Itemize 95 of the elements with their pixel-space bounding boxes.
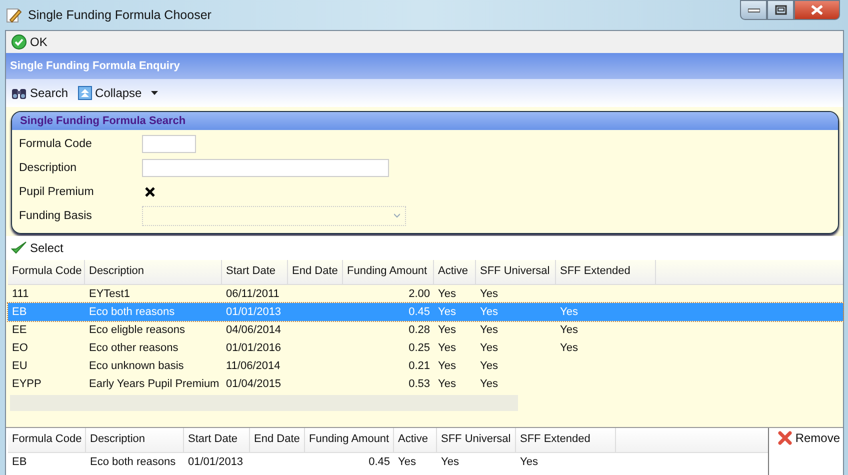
text-field[interactable] [142, 135, 196, 153]
table-cell-text: Eco eligble reasons [88, 324, 186, 336]
column-header[interactable]: Start Date [222, 260, 288, 284]
table-cell-text: Yes [437, 306, 457, 318]
table-row[interactable]: 111 EYTest1 06/11/2011 2.00 Yes Yes [8, 285, 843, 303]
column-header[interactable]: Description [85, 260, 222, 284]
table-row[interactable]: EU Eco unknown basis 11/06/2014 0.21 Yes Yes [8, 357, 843, 375]
table-cell-text: Early Years Pupil Premium [88, 378, 220, 390]
collapse-icon [78, 86, 92, 100]
cross-icon [778, 431, 792, 445]
table-cell-text: 01/01/2016 [225, 342, 282, 354]
table-cell-text: Eco both reasons [88, 306, 176, 318]
table-cell-text: Yes [519, 456, 539, 468]
field-label: Pupil Premium [19, 186, 95, 198]
table-cell-text: 01/01/2013 [187, 456, 244, 468]
section-title: Single Funding Formula Enquiry [10, 60, 180, 72]
column-header[interactable]: Funding Amount [305, 428, 394, 452]
table-row[interactable]: EYPP Early Years Pupil Premium 01/04/2015 0.53 Yes Yes [8, 375, 843, 393]
table-cell-text: Yes [479, 324, 499, 336]
caret-icon[interactable] [150, 91, 158, 95]
table-cell-text: EU [11, 360, 28, 372]
table-row[interactable]: EO Eco other reasons 01/01/2016 0.25 Yes Yes Yes [8, 339, 843, 357]
window-title: Single Funding Formula Chooser [28, 8, 212, 22]
table-cell-text: Yes [479, 378, 499, 390]
minimize-icon [748, 7, 760, 13]
column-header[interactable]: SFF Universal [437, 428, 516, 452]
table-cell-text: EYTest1 [88, 288, 131, 300]
close-icon [810, 5, 824, 15]
table-cell-text: 01/04/2015 [225, 378, 282, 390]
table-cell-text: 0.21 [408, 360, 431, 372]
table-cell-text: 0.45 [368, 456, 391, 468]
column-header[interactable]: SFF Universal [476, 260, 556, 284]
column-header[interactable]: SFF Extended [556, 260, 656, 284]
ok-button[interactable]: OK [8, 34, 50, 50]
search-button[interactable]: Search [8, 86, 72, 100]
column-header[interactable]: End Date [288, 260, 343, 284]
table-cell-text: 0.25 [408, 342, 431, 354]
collapse-button[interactable]: Collapse [75, 86, 145, 100]
table-cell-text: Eco other reasons [88, 342, 180, 354]
table-cell-text: Yes [479, 306, 499, 318]
field-label: Formula Code [19, 138, 93, 150]
table-cell-text: EE [11, 324, 28, 336]
table-cell-text: Yes [559, 306, 579, 318]
table-cell-text: 04/06/2014 [225, 324, 282, 336]
table-cell-text: Eco unknown basis [88, 360, 185, 372]
table-cell-text: 2.00 [408, 288, 431, 300]
minimize-button[interactable] [740, 0, 767, 20]
chevron-down-icon [394, 213, 400, 219]
text-field[interactable] [142, 159, 389, 177]
table-cell-text: Eco both reasons [89, 456, 177, 468]
table-cell-text: 111 [11, 288, 30, 300]
table-cell-text: EYPP [11, 378, 42, 390]
column-header[interactable]: Formula Code [8, 428, 86, 452]
table-cell-text: Yes [559, 324, 579, 336]
table-cell-text: 06/11/2011 [225, 288, 280, 300]
table-cell-text: 0.28 [408, 324, 431, 336]
table-cell-text: 11/06/2014 [225, 360, 282, 372]
column-header[interactable]: SFF Extended [516, 428, 616, 452]
table-cell-text: Yes [437, 342, 457, 354]
table-cell-text: Yes [479, 342, 499, 354]
table-cell-text: EO [11, 342, 29, 354]
pencil-icon [6, 7, 22, 23]
table-cell-text: EB [11, 306, 28, 318]
table-cell-text: Yes [437, 288, 457, 300]
table-cell-text: Yes [479, 288, 499, 300]
column-header[interactable]: End Date [250, 428, 305, 452]
table-cell-text: Yes [437, 360, 457, 372]
maximize-icon [774, 5, 786, 15]
column-header[interactable]: Start Date [184, 428, 250, 452]
maximize-button[interactable] [767, 0, 794, 20]
column-header[interactable]: Funding Amount [343, 260, 434, 284]
column-header[interactable]: Active [434, 260, 476, 284]
remove-button[interactable]: Remove [775, 431, 843, 445]
table-cell-text: Yes [559, 342, 579, 354]
table-cell-text: Yes [437, 378, 457, 390]
panel-title: Single Funding Formula Search [20, 115, 186, 127]
select-button[interactable]: Select [8, 241, 66, 255]
field-label: Funding Basis [19, 210, 93, 222]
column-header[interactable]: Active [394, 428, 437, 452]
column-header[interactable]: Formula Code [8, 260, 85, 284]
table-cell-text: Yes [440, 456, 460, 468]
table-cell-text: Yes [397, 456, 417, 468]
table-cell-text: Yes [437, 324, 457, 336]
close-button[interactable] [794, 0, 840, 20]
table-cell-text: 01/01/2013 [225, 306, 282, 318]
table-cell-text: EB [11, 456, 28, 468]
table-cell-text: 0.53 [408, 378, 431, 390]
binoculars-icon [11, 86, 27, 100]
field-label: Description [19, 162, 78, 174]
table-cell-text: 0.45 [408, 306, 431, 318]
table-cell-text: Yes [479, 360, 499, 372]
checkmark-icon [11, 241, 27, 255]
table-row[interactable]: EE Eco eligble reasons 04/06/2014 0.28 Yes Yes Yes [8, 321, 843, 339]
column-header[interactable]: Description [86, 428, 184, 452]
checkmark-circle-icon [11, 34, 27, 50]
